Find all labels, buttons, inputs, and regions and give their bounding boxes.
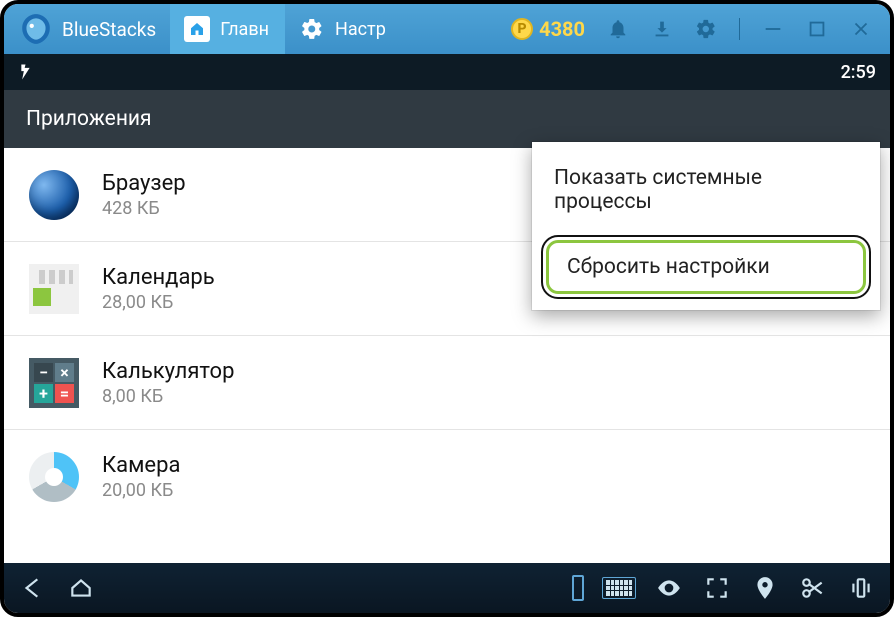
app-size: 428 КБ: [102, 198, 186, 219]
android-surface: 2:59 Приложения Браузер 428 КБ Календарь…: [4, 54, 890, 563]
app-name: Калькулятор: [102, 359, 234, 384]
status-clock: 2:59: [841, 62, 876, 83]
calculator-app-icon: −×+=: [28, 357, 80, 409]
maximize-icon[interactable]: [806, 18, 828, 40]
app-size: 28,00 КБ: [102, 292, 215, 313]
menu-show-system-processes[interactable]: Показать системные процессы: [532, 148, 880, 232]
coin-amount: 4380: [539, 17, 585, 41]
app-size: 8,00 КБ: [102, 386, 234, 407]
app-name: Браузер: [102, 171, 186, 196]
apps-header-title: Приложения: [26, 107, 152, 131]
android-status-bar: 2:59: [4, 54, 890, 90]
tab-home[interactable]: Главн: [170, 4, 285, 54]
app-row-text: Календарь 28,00 КБ: [102, 265, 215, 313]
app-window: BlueStacks Главн Настр P 4380: [0, 0, 894, 617]
bluestacks-logo-icon: [18, 11, 54, 47]
app-row-text: Камера 20,00 КБ: [102, 453, 180, 501]
download-icon[interactable]: [651, 18, 673, 40]
tab-settings-label: Настр: [335, 19, 386, 40]
tab-settings[interactable]: Настр: [285, 4, 402, 54]
calendar-app-icon: [28, 263, 80, 315]
app-row-text: Калькулятор 8,00 КБ: [102, 359, 234, 407]
shake-icon[interactable]: [846, 573, 876, 603]
apps-header: Приложения: [4, 90, 890, 148]
scissors-icon[interactable]: [798, 573, 828, 603]
titlebar-left: BlueStacks Главн Настр: [4, 4, 402, 54]
coin-counter[interactable]: P 4380: [511, 17, 585, 41]
titlebar-divider: [739, 18, 740, 40]
menu-reset-settings[interactable]: Сбросить настройки: [546, 240, 866, 294]
android-navbar: [4, 563, 890, 613]
minimize-icon[interactable]: [762, 18, 784, 40]
coin-icon: P: [511, 18, 533, 40]
tab-home-label: Главн: [220, 19, 269, 40]
gear-icon: [299, 16, 325, 42]
location-icon[interactable]: [750, 573, 780, 603]
app-row[interactable]: −×+= Калькулятор 8,00 КБ: [4, 336, 890, 430]
portrait-indicator-icon[interactable]: [572, 575, 584, 601]
app-name: Камера: [102, 453, 180, 478]
eye-icon[interactable]: [654, 573, 684, 603]
home-nav-icon[interactable]: [66, 573, 96, 603]
bell-icon[interactable]: [607, 18, 629, 40]
status-notification-icon: [18, 62, 38, 82]
app-row-text: Браузер 428 КБ: [102, 171, 186, 219]
keyboard-icon[interactable]: [602, 577, 636, 599]
home-icon: [184, 16, 210, 42]
back-icon[interactable]: [18, 573, 48, 603]
app-row[interactable]: Камера 20,00 КБ: [4, 430, 890, 524]
titlebar-controls: P 4380: [511, 4, 890, 54]
app-name: Календарь: [102, 265, 215, 290]
titlebar: BlueStacks Главн Настр P 4380: [4, 4, 890, 54]
settings-gear-icon[interactable]: [695, 18, 717, 40]
fullscreen-icon[interactable]: [702, 573, 732, 603]
overflow-menu: Показать системные процессы Сбросить нас…: [532, 142, 880, 310]
close-icon[interactable]: [850, 18, 872, 40]
browser-app-icon: [28, 169, 80, 221]
brand-label: BlueStacks: [62, 18, 170, 41]
camera-app-icon: [28, 451, 80, 503]
app-size: 20,00 КБ: [102, 480, 180, 501]
